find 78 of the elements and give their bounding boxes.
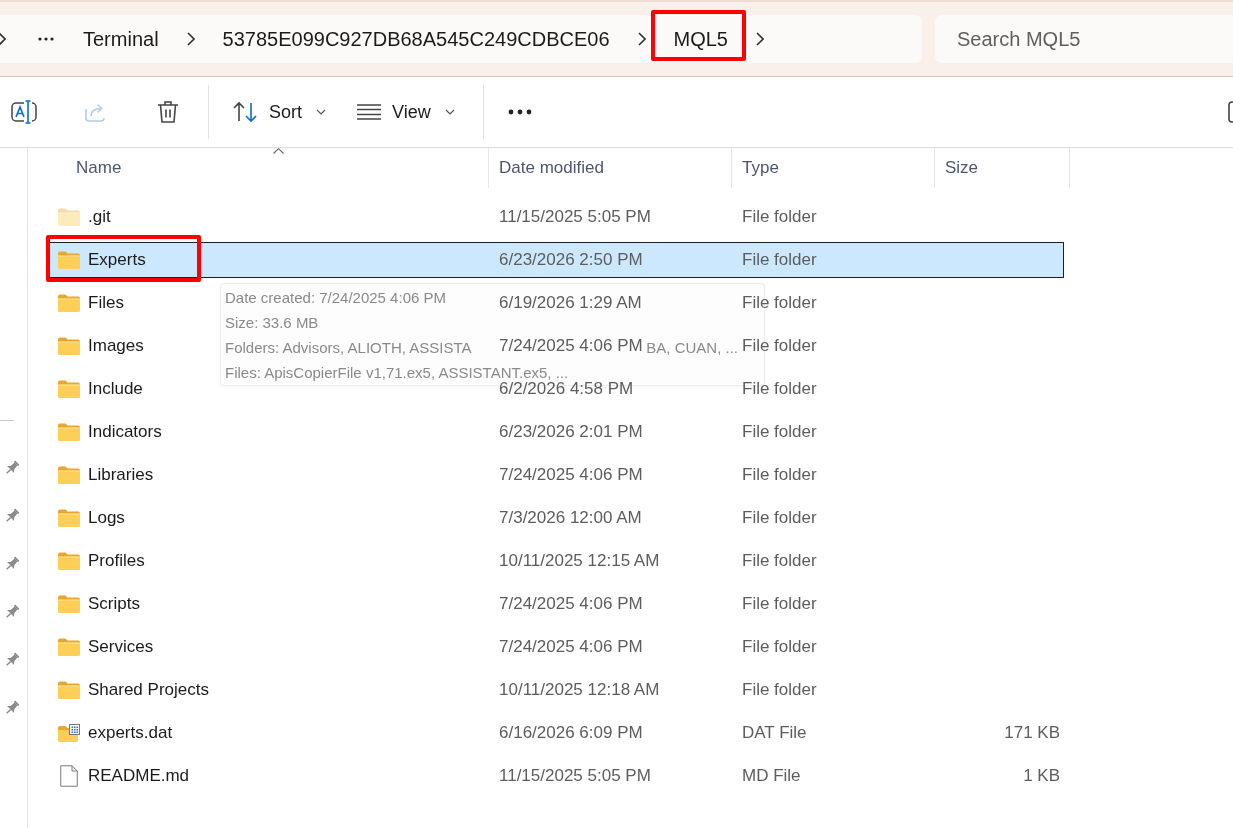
tooltip-text: Date created: 7/24/2025 4:06 PM: [225, 288, 446, 308]
chevron-down-icon: [316, 109, 326, 115]
chevron-right-icon[interactable]: [756, 32, 764, 46]
trash-icon: [157, 100, 179, 124]
type-cell: File folder: [742, 637, 817, 657]
type-cell: File folder: [742, 207, 817, 227]
type-cell: File folder: [742, 379, 817, 399]
file-name[interactable]: Images: [88, 336, 144, 356]
list-view-icon: [357, 104, 381, 120]
file-name[interactable]: Scripts: [88, 594, 140, 614]
type-cell: File folder: [742, 508, 817, 528]
file-name[interactable]: Experts: [88, 250, 146, 270]
date-cell: 6/23/2026 2:50 PM: [499, 250, 643, 270]
date-cell: 10/11/2025 12:15 AM: [499, 551, 660, 571]
date-cell: 6/19/2026 1:29 AM: [499, 293, 642, 313]
more-icon: [507, 109, 532, 115]
pin-icon[interactable]: [4, 604, 20, 620]
date-cell: 7/24/2025 4:06 PM: [499, 594, 643, 614]
tooltip-text: Folders: Advisors, ALIOTH, ASSISTA: [225, 338, 472, 358]
chevron-right-icon[interactable]: [0, 32, 6, 46]
file-name[interactable]: Logs: [88, 508, 125, 528]
date-cell: 7/24/2025 4:06 PM: [499, 637, 643, 657]
type-cell: File folder: [742, 594, 817, 614]
breadcrumb-item[interactable]: MQL5: [663, 21, 738, 57]
file-name[interactable]: Files: [88, 293, 124, 313]
size-cell: 1 KB: [1023, 766, 1060, 786]
breadcrumb-item[interactable]: Terminal: [73, 21, 169, 57]
type-cell: DAT File: [742, 723, 807, 743]
file-name[interactable]: Profiles: [88, 551, 145, 571]
date-cell: 10/11/2025 12:18 AM: [499, 680, 660, 700]
sort-button[interactable]: Sort: [220, 88, 338, 136]
column-header[interactable]: Size: [935, 148, 1070, 188]
type-cell: File folder: [742, 465, 817, 485]
type-cell: File folder: [742, 336, 817, 356]
file-name[interactable]: Libraries: [88, 465, 154, 485]
date-cell: 7/3/2026 12:00 AM: [499, 508, 642, 528]
type-cell: MD File: [742, 766, 801, 786]
chevron-down-icon: [444, 109, 455, 115]
file-name[interactable]: Include: [88, 379, 143, 399]
chevron-right-icon[interactable]: [637, 32, 646, 46]
pin-icon[interactable]: [4, 460, 20, 476]
date-cell: 6/16/2026 6:09 PM: [499, 723, 643, 743]
file-name[interactable]: Indicators: [88, 422, 162, 442]
file-name[interactable]: Services: [88, 637, 154, 657]
type-cell: File folder: [742, 680, 817, 700]
column-header[interactable]: Name: [28, 148, 489, 188]
view-button[interactable]: View: [345, 88, 467, 136]
file-name[interactable]: README.md: [88, 766, 190, 786]
sort-icon: [232, 100, 258, 124]
type-cell: File folder: [742, 551, 817, 571]
date-cell: 7/24/2025 4:06 PM: [499, 465, 643, 485]
tooltip-text: Files: ApisCopierFile v1,71.ex5, ASSISTANT.ex5, ...: [225, 363, 569, 382]
chevron-right-icon[interactable]: [186, 32, 195, 46]
column-header[interactable]: Type: [732, 148, 935, 188]
pin-icon[interactable]: [4, 652, 20, 668]
search-field[interactable]: Search MQL5: [935, 15, 1233, 63]
date-cell: 11/15/2025 5:05 PM: [499, 766, 651, 786]
pin-icon[interactable]: [4, 700, 20, 716]
type-cell: File folder: [742, 422, 817, 442]
pin-icon[interactable]: [4, 508, 20, 524]
ellipsis-icon: [38, 37, 54, 41]
size-cell: 171 KB: [1004, 723, 1060, 743]
file-name[interactable]: experts.dat: [88, 723, 173, 743]
tooltip-text: BA, CUAN, ...: [646, 338, 738, 358]
file-name[interactable]: .git: [88, 207, 111, 227]
column-header[interactable]: Date modified: [489, 148, 732, 188]
date-cell: 6/2/2026 4:58 PM: [499, 379, 634, 399]
type-cell: File folder: [742, 293, 817, 313]
pin-icon[interactable]: [4, 556, 20, 572]
rename-icon: [11, 100, 37, 124]
date-cell: 11/15/2025 5:05 PM: [499, 207, 651, 227]
type-cell: File folder: [742, 250, 817, 270]
tooltip-text: Size: 33.6 MB: [225, 313, 319, 333]
date-cell: 7/24/2025 4:06 PM: [499, 336, 643, 356]
date-cell: 6/23/2026 2:01 PM: [499, 422, 643, 442]
share-icon: [84, 101, 108, 123]
file-name[interactable]: Shared Projects: [88, 680, 209, 700]
breadcrumb-item[interactable]: 53785E099C927DB68A545C249CDBCE06: [212, 21, 620, 57]
